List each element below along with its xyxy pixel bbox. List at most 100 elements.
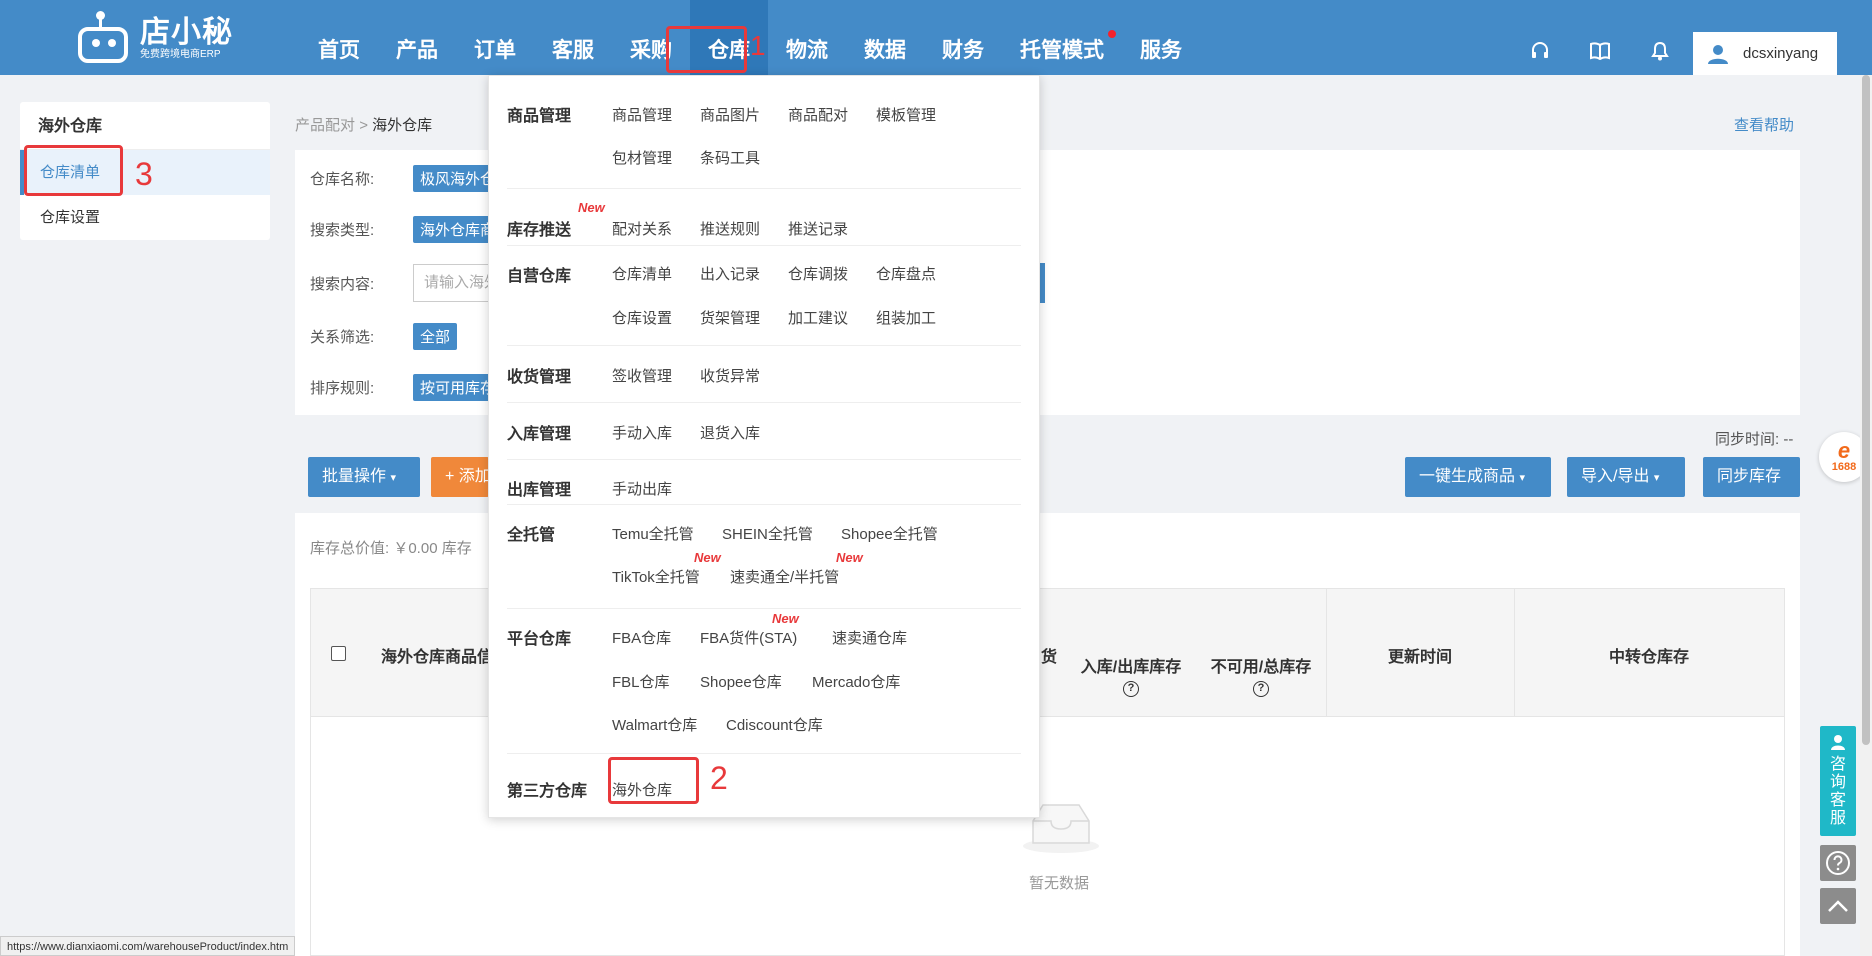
nav-logistics[interactable]: 物流 xyxy=(768,0,846,75)
sync-stock-button[interactable]: 同步库存 xyxy=(1703,457,1800,497)
top-navbar: 店小秘 免费跨境电商ERP 首页 产品 订单 客服 采购 仓库 物流 数据 财务… xyxy=(0,0,1872,75)
menu-item[interactable]: 手动入库 xyxy=(612,422,672,443)
consult-char: 服 xyxy=(1829,810,1846,827)
alibaba-logo-icon: e xyxy=(1837,438,1851,463)
nav-home[interactable]: 首页 xyxy=(300,0,378,75)
warehouse-label: 仓库名称: xyxy=(310,170,375,188)
import-export-label: 导入/导出 xyxy=(1581,468,1650,485)
menu-item[interactable]: FBA货件(STA) xyxy=(700,627,797,648)
menu-item[interactable]: 速卖通仓库 xyxy=(832,627,907,648)
menu-item[interactable]: Temu全托管 xyxy=(612,523,694,544)
menu-item[interactable]: 收货异常 xyxy=(700,365,760,386)
menu-item[interactable]: 仓库设置 xyxy=(612,307,672,328)
menu-item[interactable]: 模板管理 xyxy=(876,104,936,125)
menu-item[interactable]: SHEIN全托管 xyxy=(722,523,813,544)
breadcrumb-parent[interactable]: 产品配对 xyxy=(295,117,355,134)
empty-state-text: 暂无数据 xyxy=(1029,875,1090,892)
breadcrumb-current: 海外仓库 xyxy=(372,117,433,134)
menu-item[interactable]: 商品图片 xyxy=(700,104,760,125)
menu-item[interactable]: 仓库盘点 xyxy=(876,263,936,284)
book-icon[interactable] xyxy=(1585,36,1615,66)
menu-category: 入库管理 xyxy=(507,426,572,443)
menu-category: 第三方仓库 xyxy=(507,783,588,800)
annotation-box-3 xyxy=(24,145,123,196)
user-menu[interactable]: dcsxinyang xyxy=(1693,32,1837,75)
notification-dot xyxy=(1108,30,1116,38)
robot-logo-icon xyxy=(74,11,132,65)
menu-item[interactable]: 退货入库 xyxy=(700,422,760,443)
page-scrollbar[interactable] xyxy=(1860,75,1872,956)
warehouse-tag[interactable]: 极风海外仓 xyxy=(413,164,493,192)
menu-item[interactable]: 货架管理 xyxy=(700,307,760,328)
menu-item[interactable]: 推送规则 xyxy=(700,218,760,239)
nav-finance[interactable]: 财务 xyxy=(924,0,1002,75)
import-export-button[interactable]: 导入/导出 ▾ xyxy=(1567,457,1685,497)
search-type-tag[interactable]: 海外仓库商品 xyxy=(413,215,493,243)
new-badge: New xyxy=(836,550,863,565)
menu-item[interactable]: 手动出库 xyxy=(612,478,672,499)
col-transit-stock: 中转仓库存 xyxy=(1608,649,1689,666)
help-link[interactable]: 查看帮助 xyxy=(1734,114,1794,135)
nav-order[interactable]: 订单 xyxy=(456,0,534,75)
back-to-top-button[interactable] xyxy=(1820,888,1856,924)
new-badge: New xyxy=(578,200,605,215)
annotation-box-2 xyxy=(608,757,699,804)
search-type-label: 搜索类型: xyxy=(310,221,375,239)
consult-char: 客 xyxy=(1829,792,1846,809)
alibaba-1688-label: 1688 xyxy=(1831,461,1857,473)
menu-section-platform-warehouse: 平台仓库 FBA仓库 New FBA货件(STA) 速卖通仓库 FBL仓库 Sh… xyxy=(507,609,1021,754)
relation-tag-all[interactable]: 全部 xyxy=(413,322,458,350)
scrollbar-thumb[interactable] xyxy=(1862,75,1870,745)
consult-service-button[interactable]: 咨 询 客 服 xyxy=(1820,726,1856,836)
nav-data[interactable]: 数据 xyxy=(846,0,924,75)
menu-item[interactable]: 组装加工 xyxy=(876,307,936,328)
sidebar-item-warehouse-settings[interactable]: 仓库设置 xyxy=(20,195,270,240)
menu-item[interactable]: 速卖通全/半托管 xyxy=(730,566,839,587)
consult-char: 询 xyxy=(1829,774,1846,791)
menu-item[interactable]: 配对关系 xyxy=(612,218,672,239)
select-all-checkbox[interactable] xyxy=(331,646,346,661)
nav-hosting[interactable]: 托管模式 xyxy=(1002,0,1122,75)
menu-item[interactable]: Walmart仓库 xyxy=(612,714,697,735)
nav-services[interactable]: 服务 xyxy=(1122,0,1200,75)
menu-item[interactable]: 签收管理 xyxy=(612,365,672,386)
menu-category: 库存推送 xyxy=(507,222,572,239)
batch-operation-button[interactable]: 批量操作 ▾ xyxy=(308,457,420,497)
nav-product[interactable]: 产品 xyxy=(378,0,456,75)
menu-item[interactable]: Cdiscount仓库 xyxy=(726,714,823,735)
menu-item[interactable]: Mercado仓库 xyxy=(812,671,900,692)
headset-icon[interactable] xyxy=(1525,36,1555,66)
menu-category: 收货管理 xyxy=(507,369,572,386)
menu-section-outbound: 出库管理 手动出库 xyxy=(507,460,1021,505)
menu-item-warehouse-list[interactable]: 仓库清单 xyxy=(612,263,672,284)
help-button[interactable] xyxy=(1820,845,1856,881)
menu-item[interactable]: 推送记录 xyxy=(788,218,848,239)
user-avatar-icon xyxy=(1708,44,1728,64)
menu-category: 全托管 xyxy=(507,527,556,544)
help-circle-icon[interactable]: ? xyxy=(1253,681,1269,697)
menu-item[interactable]: 包材管理 xyxy=(612,147,672,168)
menu-item[interactable]: 加工建议 xyxy=(788,307,848,328)
menu-item[interactable]: 仓库调拨 xyxy=(788,263,848,284)
menu-item[interactable]: 商品配对 xyxy=(788,104,848,125)
menu-category: 出库管理 xyxy=(507,482,572,499)
menu-item[interactable]: 条码工具 xyxy=(700,147,760,168)
menu-item[interactable]: Shopee全托管 xyxy=(841,523,938,544)
nav-service[interactable]: 客服 xyxy=(534,0,612,75)
menu-item[interactable]: FBA仓库 xyxy=(612,627,671,648)
sort-tag[interactable]: 按可用库存 xyxy=(413,373,493,401)
menu-item[interactable]: 商品管理 xyxy=(612,104,672,125)
help-circle-icon[interactable]: ? xyxy=(1123,681,1139,697)
add-button[interactable]: + 添加 xyxy=(431,457,489,497)
bell-icon[interactable] xyxy=(1645,36,1675,66)
menu-item[interactable]: Shopee仓库 xyxy=(700,671,782,692)
chevron-down-icon: ▾ xyxy=(1653,472,1660,484)
generate-products-button[interactable]: 一键生成商品 ▾ xyxy=(1405,457,1551,497)
menu-item[interactable]: TikTok全托管 xyxy=(612,566,700,587)
menu-item[interactable]: FBL仓库 xyxy=(612,671,670,692)
menu-section-third-party: 第三方仓库 海外仓库 xyxy=(507,754,1021,818)
chevron-up-icon xyxy=(1828,900,1848,912)
logo[interactable]: 店小秘 免费跨境电商ERP xyxy=(74,10,234,68)
menu-item[interactable]: 出入记录 xyxy=(700,263,760,284)
annotation-number-3: 3 xyxy=(135,156,153,192)
